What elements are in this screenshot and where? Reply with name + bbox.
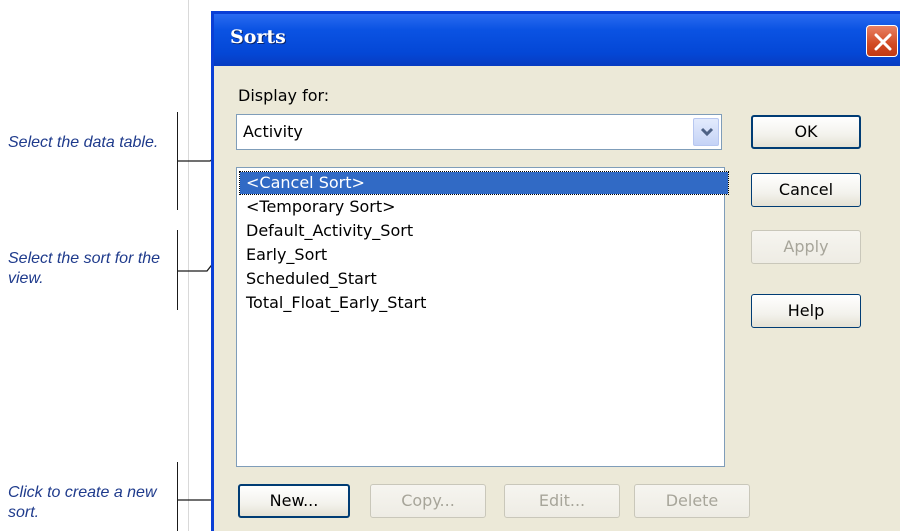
new-button[interactable]: New...	[238, 484, 350, 518]
list-item[interactable]: Total_Float_Early_Start	[243, 292, 429, 314]
dialog-title: Sorts	[230, 26, 286, 48]
dialog-titlebar[interactable]: Sorts	[214, 14, 900, 66]
copy-button[interactable]: Copy...	[370, 484, 486, 518]
list-item[interactable]: <Cancel Sort>	[239, 171, 729, 195]
display-for-label: Display for:	[238, 86, 330, 105]
list-item[interactable]: Default_Activity_Sort	[243, 220, 416, 242]
sorts-list[interactable]: <Cancel Sort> <Temporary Sort> Default_A…	[236, 167, 729, 467]
display-for-value: Activity	[243, 122, 303, 141]
list-item[interactable]: Scheduled_Start	[243, 268, 380, 290]
close-button[interactable]	[866, 25, 898, 57]
ok-button[interactable]: OK	[751, 115, 861, 149]
dropdown-button[interactable]	[693, 118, 719, 146]
close-icon	[874, 33, 892, 51]
edit-button[interactable]: Edit...	[504, 484, 620, 518]
sorts-dialog: Sorts Display for: Activity <Cancel Sort…	[211, 11, 900, 531]
chevron-down-icon	[700, 127, 714, 137]
apply-button[interactable]: Apply	[751, 230, 861, 264]
delete-button[interactable]: Delete	[634, 484, 750, 518]
list-item[interactable]: <Temporary Sort>	[243, 196, 399, 218]
cancel-button[interactable]: Cancel	[751, 173, 861, 207]
help-button[interactable]: Help	[751, 294, 861, 328]
list-item[interactable]: Early_Sort	[243, 244, 330, 266]
display-for-dropdown[interactable]: Activity	[236, 114, 722, 150]
